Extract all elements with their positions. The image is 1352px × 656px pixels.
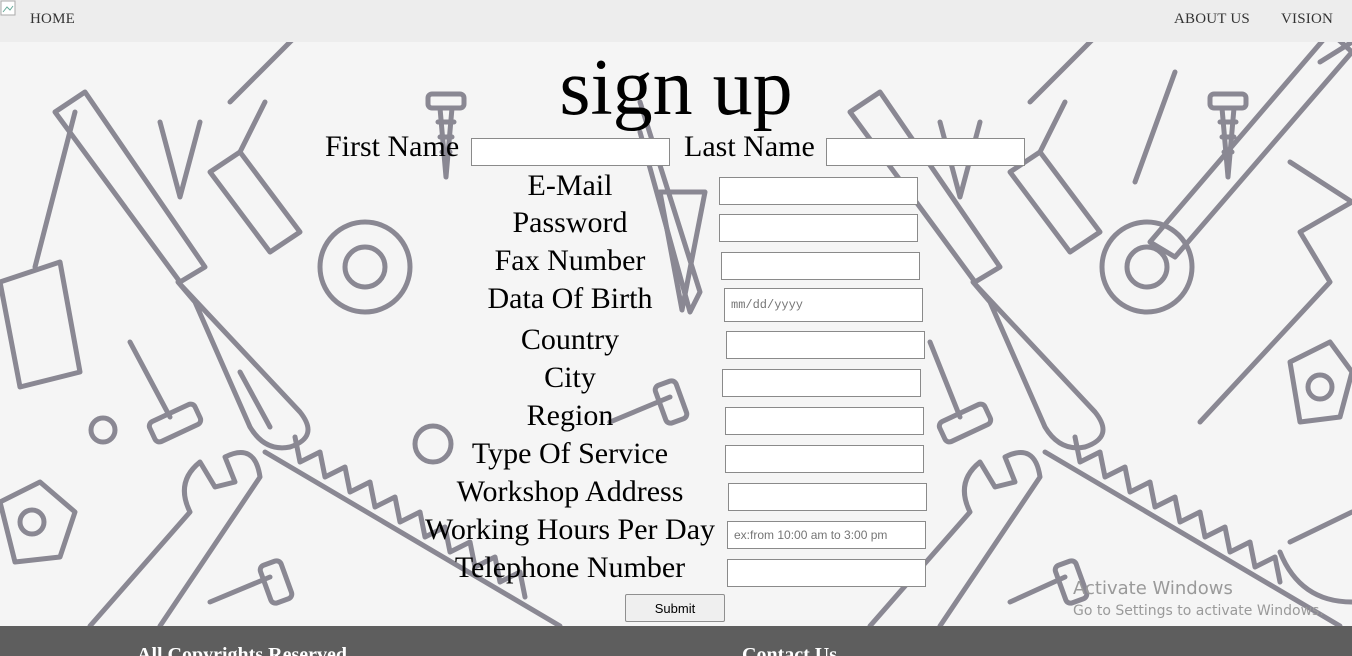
country-label: Country: [520, 323, 620, 356]
page-title: sign up: [559, 44, 793, 132]
nav-about-link[interactable]: ABOUT US: [1174, 11, 1250, 28]
footer-copyright: All Copyrights Reserved: [137, 644, 347, 656]
hours-label: Working Hours Per Day: [424, 513, 716, 546]
hours-input[interactable]: [727, 521, 926, 549]
email-input[interactable]: [719, 177, 918, 205]
phone-label: Telephone Number: [454, 551, 686, 584]
region-input[interactable]: [725, 407, 924, 435]
service-label: Type Of Service: [471, 437, 669, 470]
dob-input[interactable]: [724, 288, 923, 322]
region-label: Region: [526, 399, 614, 432]
footer: All Copyrights Reserved Contact Us: [0, 626, 1352, 656]
city-label: City: [544, 361, 596, 394]
fax-label: Fax Number: [494, 244, 646, 277]
last-name-input[interactable]: [826, 138, 1025, 166]
last-name-label: Last Name: [684, 130, 815, 163]
dob-label: Data Of Birth: [487, 282, 653, 315]
password-label: Password: [512, 206, 628, 239]
activate-windows-watermark: Activate Windows Go to Settings to activ…: [1073, 578, 1324, 620]
watermark-subtitle: Go to Settings to activate Windows.: [1073, 603, 1324, 619]
broken-image-icon: [0, 0, 16, 16]
first-name-label: First Name: [325, 130, 460, 163]
workshop-input[interactable]: [728, 483, 927, 511]
nav-home-link[interactable]: HOME: [30, 11, 75, 28]
top-nav: HOME ABOUT US VISION: [0, 0, 1352, 42]
city-input[interactable]: [722, 369, 921, 397]
first-name-input[interactable]: [471, 138, 670, 166]
workshop-label: Workshop Address: [456, 475, 684, 508]
submit-button[interactable]: Submit: [625, 594, 725, 622]
footer-contact[interactable]: Contact Us: [742, 644, 837, 656]
password-input[interactable]: [719, 214, 918, 242]
phone-input[interactable]: [727, 559, 926, 587]
service-input[interactable]: [725, 445, 924, 473]
nav-vision-link[interactable]: VISION: [1281, 11, 1333, 28]
country-input[interactable]: [726, 331, 925, 359]
watermark-title: Activate Windows: [1073, 578, 1233, 599]
fax-input[interactable]: [721, 252, 920, 280]
email-label: E-Mail: [527, 169, 613, 202]
